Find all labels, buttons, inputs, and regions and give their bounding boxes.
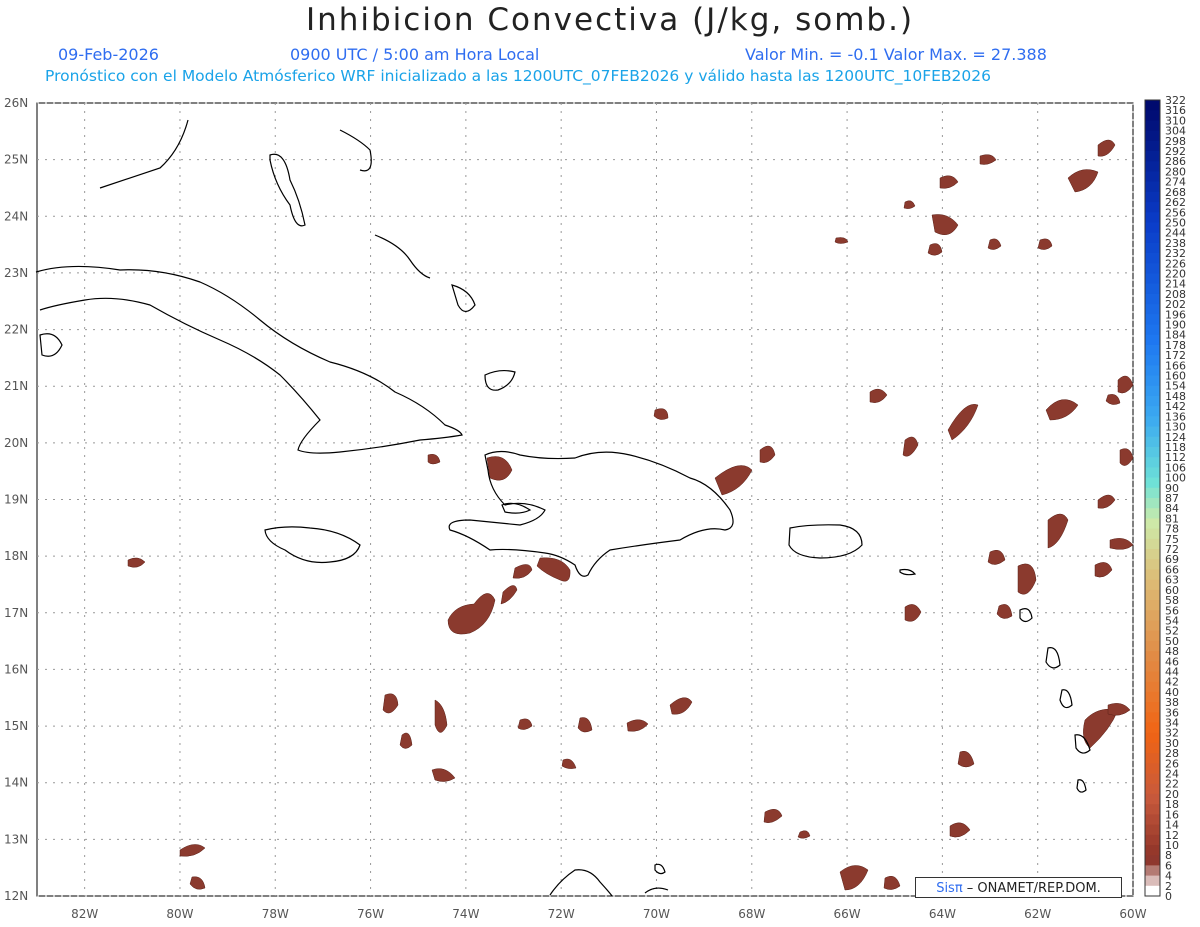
lat-tick-label: 17N bbox=[4, 606, 28, 620]
lat-tick-label: 15N bbox=[4, 719, 28, 733]
lon-tick-label: 82W bbox=[71, 907, 98, 921]
lon-tick-label: 66W bbox=[834, 907, 861, 921]
lat-tick-label: 24N bbox=[4, 209, 28, 223]
lon-tick-label: 60W bbox=[1119, 907, 1146, 921]
lon-tick-label: 78W bbox=[262, 907, 289, 921]
sispi-logo: Sisπ bbox=[936, 881, 963, 896]
lon-tick-label: 80W bbox=[166, 907, 193, 921]
lon-tick-label: 68W bbox=[738, 907, 765, 921]
lat-tick-label: 23N bbox=[4, 266, 28, 280]
lon-tick-label: 74W bbox=[452, 907, 479, 921]
lat-tick-label: 18N bbox=[4, 549, 28, 563]
lon-tick-label: 70W bbox=[643, 907, 670, 921]
map-canvas: 82W 80W 78W 76W 74W 72W 70W 68W 66W 64W 62W 60W 12N 1… bbox=[4, 96, 1147, 921]
lon-tick-label: 62W bbox=[1024, 907, 1051, 921]
credit-text: – ONAMET/REP.DOM. bbox=[962, 881, 1101, 896]
lat-tick-label: 20N bbox=[4, 436, 28, 450]
lon-tick-label: 64W bbox=[929, 907, 956, 921]
lat-tick-label: 12N bbox=[4, 889, 28, 903]
lat-tick-label: 21N bbox=[4, 379, 28, 393]
lat-tick-label: 22N bbox=[4, 323, 28, 337]
lat-tick-label: 19N bbox=[4, 493, 28, 507]
lat-tick-label: 16N bbox=[4, 662, 28, 676]
cin-area bbox=[653, 408, 669, 420]
map-frame bbox=[36, 102, 1134, 897]
lat-tick-label: 14N bbox=[4, 776, 28, 790]
lat-tick-label: 25N bbox=[4, 153, 28, 167]
credit-box: Sisπ – ONAMET/REP.DOM. bbox=[915, 877, 1122, 898]
lon-tick-label: 76W bbox=[357, 907, 384, 921]
lat-tick-label: 13N bbox=[4, 832, 28, 846]
lat-tick-label: 26N bbox=[4, 96, 28, 110]
lon-tick-label: 72W bbox=[548, 907, 575, 921]
